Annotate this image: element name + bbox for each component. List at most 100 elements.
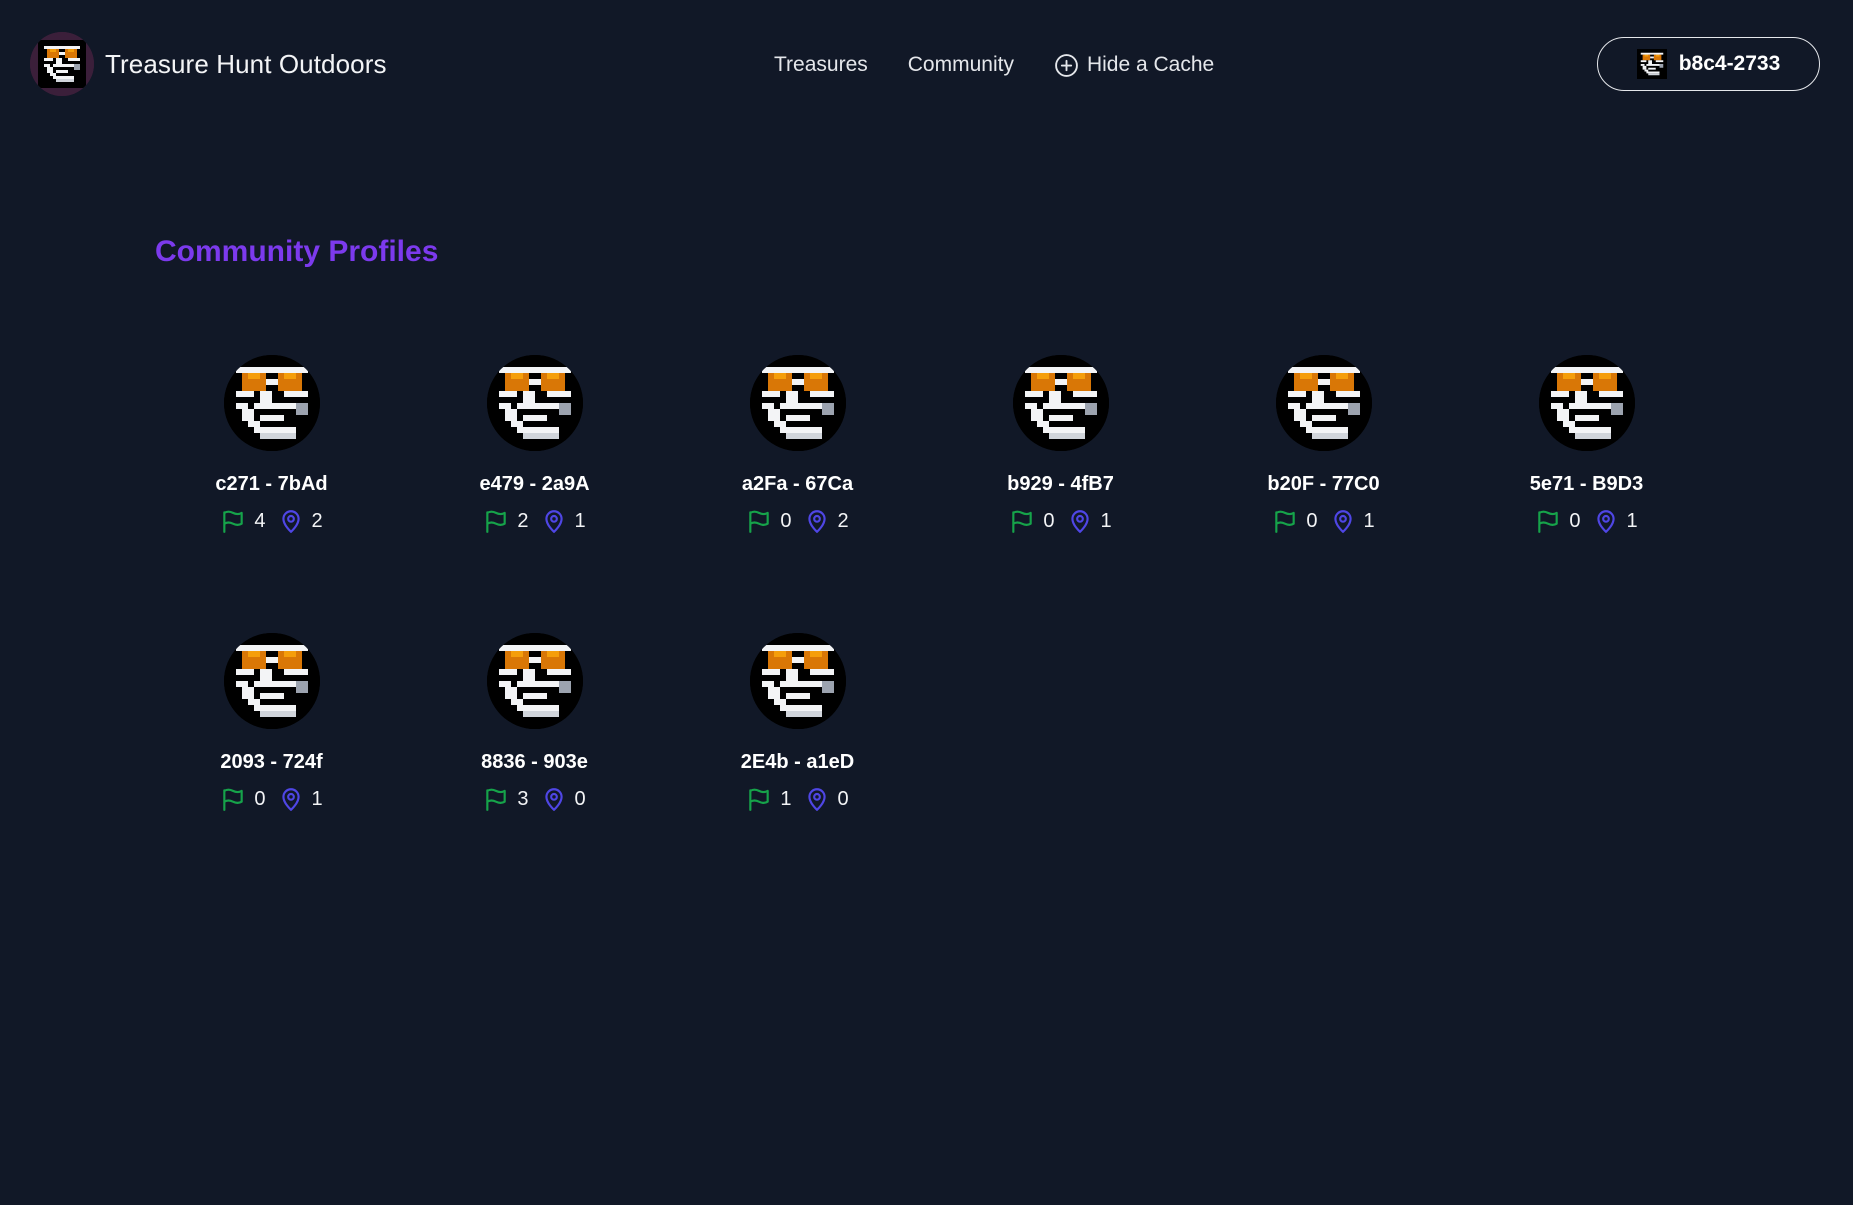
user-account-button[interactable]: b8c4-2733 <box>1597 37 1820 91</box>
app-title: Treasure Hunt Outdoors <box>105 48 387 79</box>
hidden-count: 2 <box>837 509 849 532</box>
found-stat: 1 <box>746 786 792 812</box>
found-count: 0 <box>254 787 266 810</box>
profile-avatar <box>749 633 846 729</box>
flag-icon <box>223 510 244 533</box>
profile-stats: 30 <box>483 786 586 812</box>
profile-name: b20F - 77C0 <box>1267 473 1380 495</box>
profile-stats: 01 <box>220 786 323 812</box>
profile-name: 5e71 - B9D3 <box>1529 473 1644 495</box>
flag-icon <box>749 788 770 811</box>
profile-card[interactable]: 5e71 - B9D3 0 1 <box>1455 355 1718 633</box>
main-nav: Treasures Community Hide a Cache <box>774 48 1214 82</box>
hidden-count: 1 <box>1626 509 1638 532</box>
nav-community[interactable]: Community <box>908 53 1014 77</box>
hidden-stat: 1 <box>1330 508 1375 534</box>
flag-icon <box>223 788 244 811</box>
profile-card[interactable]: e479 - 2a9A 2 1 <box>403 355 666 633</box>
found-count: 0 <box>780 509 792 532</box>
found-count: 3 <box>517 787 529 810</box>
profile-stats: 01 <box>1009 508 1112 534</box>
found-stat: 0 <box>1009 508 1055 534</box>
flag-icon <box>1538 510 1559 533</box>
hidden-count: 1 <box>574 509 586 532</box>
found-count: 0 <box>1306 509 1318 532</box>
flag-icon <box>486 788 507 811</box>
found-stat: 4 <box>220 508 266 534</box>
hidden-count: 2 <box>311 509 323 532</box>
nav-treasures[interactable]: Treasures <box>774 53 868 77</box>
profile-card[interactable]: 2E4b - a1eD 1 0 <box>666 633 929 911</box>
profile-stats: 21 <box>483 508 586 534</box>
hidden-stat: 2 <box>278 508 323 534</box>
found-stat: 0 <box>220 786 266 812</box>
found-count: 0 <box>1043 509 1055 532</box>
found-count: 0 <box>1569 509 1581 532</box>
brand-logo-icon <box>30 32 94 96</box>
page-title: Community Profiles <box>155 235 439 268</box>
profiles-grid: c271 - 7bAd 4 2 e479 - 2a9A 2 1 a2Fa - 67Ca 0 2 b… <box>140 355 1720 911</box>
map-pin-icon <box>807 788 826 811</box>
profile-name: 2093 - 724f <box>220 751 323 773</box>
found-stat: 2 <box>483 508 529 534</box>
profile-name: a2Fa - 67Ca <box>741 473 854 495</box>
hidden-stat: 0 <box>804 786 849 812</box>
profile-stats: 10 <box>746 786 849 812</box>
found-stat: 3 <box>483 786 529 812</box>
hidden-count: 0 <box>574 787 586 810</box>
hidden-count: 1 <box>1363 509 1375 532</box>
flag-icon <box>486 510 507 533</box>
flag-icon <box>1275 510 1296 533</box>
hidden-count: 1 <box>311 787 323 810</box>
profile-avatar <box>749 355 846 451</box>
nav-hide-cache-label: Hide a Cache <box>1086 53 1215 76</box>
profile-avatar <box>1275 355 1372 451</box>
map-pin-icon <box>1333 510 1352 533</box>
user-id-label: b8c4-2733 <box>1678 52 1781 75</box>
profile-name: c271 - 7bAd <box>215 473 328 495</box>
hidden-stat: 1 <box>541 508 586 534</box>
found-count: 1 <box>780 787 792 810</box>
profile-name: 2E4b - a1eD <box>740 751 855 773</box>
profile-card[interactable]: a2Fa - 67Ca 0 2 <box>666 355 929 633</box>
found-count: 4 <box>254 509 266 532</box>
profile-stats: 01 <box>1272 508 1375 534</box>
top-navbar: Treasure Hunt Outdoors Treasures Communi… <box>0 0 1853 130</box>
profile-card[interactable]: b929 - 4fB7 0 1 <box>929 355 1192 633</box>
hidden-count: 1 <box>1100 509 1112 532</box>
flag-icon <box>1012 510 1033 533</box>
hidden-stat: 1 <box>1593 508 1638 534</box>
map-pin-icon <box>281 788 300 811</box>
brand-home-link[interactable]: Treasure Hunt Outdoors <box>30 32 387 96</box>
profile-avatar <box>486 633 583 729</box>
profile-avatar <box>223 355 320 451</box>
map-pin-icon <box>544 510 563 533</box>
hidden-stat: 1 <box>1067 508 1112 534</box>
map-pin-icon <box>544 788 563 811</box>
profile-stats: 42 <box>220 508 323 534</box>
hidden-stat: 2 <box>804 508 849 534</box>
profile-stats: 02 <box>746 508 849 534</box>
hidden-stat: 0 <box>541 786 586 812</box>
profile-avatar <box>1012 355 1109 451</box>
map-pin-icon <box>1596 510 1615 533</box>
map-pin-icon <box>1070 510 1089 533</box>
hidden-stat: 1 <box>278 786 323 812</box>
found-stat: 0 <box>1535 508 1581 534</box>
profile-name: e479 - 2a9A <box>479 473 590 495</box>
profile-name: 8836 - 903e <box>481 751 588 773</box>
nav-hide-cache[interactable]: Hide a Cache <box>1054 53 1214 78</box>
found-count: 2 <box>517 509 529 532</box>
profile-avatar <box>486 355 583 451</box>
profile-card[interactable]: 8836 - 903e 3 0 <box>403 633 666 911</box>
profile-avatar <box>223 633 320 729</box>
plus-circle-icon <box>1055 53 1078 77</box>
user-avatar-icon <box>1636 49 1667 79</box>
profile-stats: 01 <box>1535 508 1638 534</box>
profile-card[interactable]: b20F - 77C0 0 1 <box>1192 355 1455 633</box>
profile-avatar <box>1538 355 1635 451</box>
profile-card[interactable]: c271 - 7bAd 4 2 <box>140 355 403 633</box>
flag-icon <box>749 510 770 533</box>
profile-card[interactable]: 2093 - 724f 0 1 <box>140 633 403 911</box>
found-stat: 0 <box>746 508 792 534</box>
